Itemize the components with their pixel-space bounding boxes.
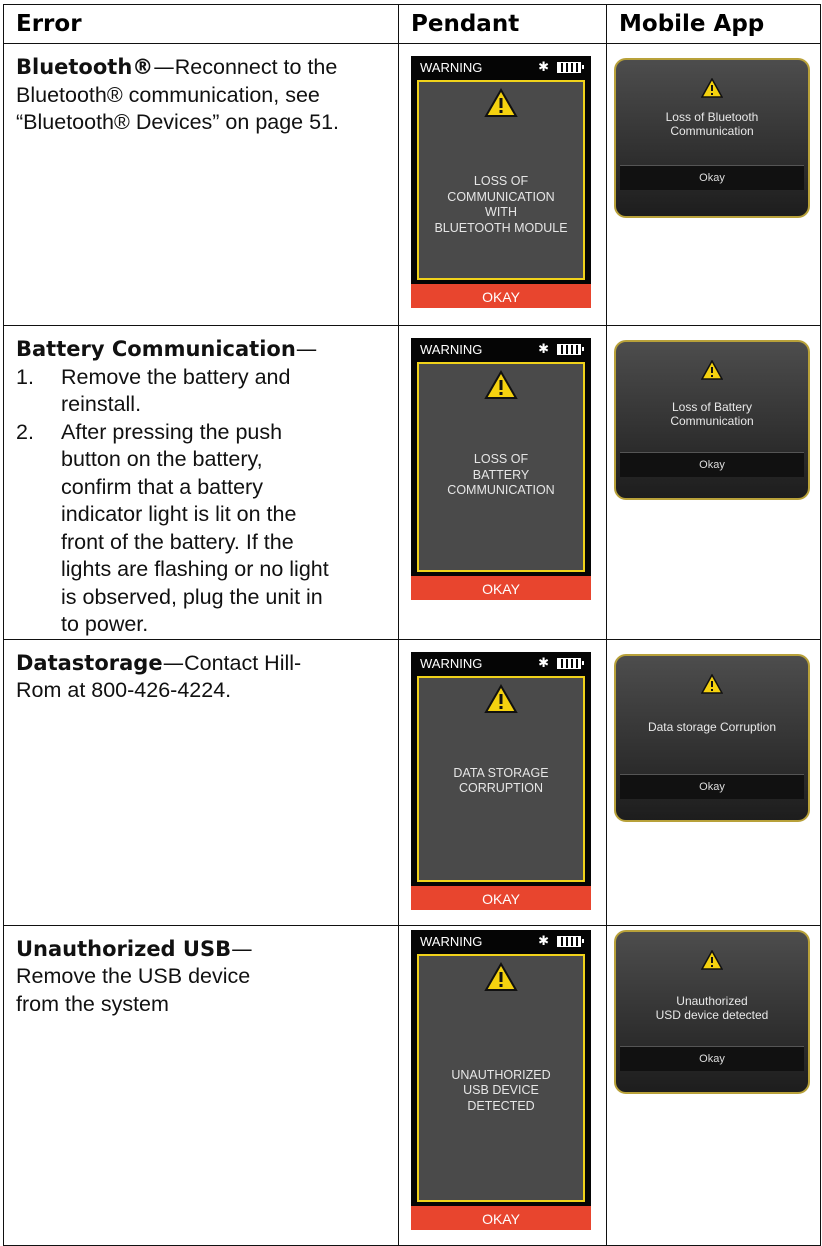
okay-button[interactable]: OKAY <box>411 284 591 308</box>
error-description: Unauthorized USB— Remove the USB device … <box>3 924 399 1246</box>
error-text: Contact Hill- <box>184 650 302 675</box>
error-title: Unauthorized USB <box>16 936 232 961</box>
app-cell: Loss of Bluetooth Communication Okay <box>606 43 821 326</box>
okay-button[interactable]: Okay <box>620 773 804 799</box>
app-message: Loss of Bluetooth Communication <box>665 110 759 138</box>
pendant-status-bar: WARNING ✱ <box>411 56 591 80</box>
warning-icon <box>484 370 518 399</box>
app-cell: Loss of Battery Communication Okay <box>606 325 821 640</box>
pendant-message: UNAUTHORIZED USB DEVICE DETECTED <box>451 1067 551 1113</box>
pendant-message: LOSS OF BATTERY COMMUNICATION <box>447 452 555 497</box>
okay-button[interactable]: Okay <box>620 165 804 190</box>
okay-button[interactable]: OKAY <box>411 885 591 910</box>
app-cell: Data storage Corruption Okay <box>606 638 821 926</box>
warning-icon <box>701 78 723 98</box>
warning-label: WARNING <box>420 933 483 949</box>
okay-button[interactable]: Okay <box>620 452 804 477</box>
warning-icon <box>484 961 518 991</box>
pendant-cell: WARNING ✱ LOSS OF COMMUNICATION WITH BLUET… <box>398 43 607 326</box>
okay-button[interactable]: OKAY <box>411 576 591 600</box>
header-error: Error <box>3 4 399 44</box>
warning-icon <box>701 673 723 694</box>
okay-button[interactable]: Okay <box>620 1045 804 1071</box>
bluetooth-icon: ✱ <box>538 655 549 671</box>
pendant-status-bar: WARNING ✱ <box>411 338 591 362</box>
error-description: Bluetooth®—Reconnect to the Bluetooth® c… <box>3 43 399 326</box>
pendant-message-panel: LOSS OF BATTERY COMMUNICATION <box>417 362 585 572</box>
app-alert: Data storage Corruption Okay <box>614 653 810 822</box>
bluetooth-icon: ✱ <box>538 933 549 949</box>
pendant-message: DATA STORAGE CORRUPTION <box>453 765 549 796</box>
battery-icon <box>557 657 584 669</box>
header-mobile-app: Mobile App <box>606 4 821 44</box>
warning-icon <box>484 683 518 713</box>
battery-icon <box>557 935 584 947</box>
pendant-status-bar: WARNING ✱ <box>411 930 591 954</box>
error-description: Datastorage—Contact Hill- Rom at 800-426… <box>3 638 399 926</box>
warning-label: WARNING <box>420 60 483 75</box>
pendant-cell: WARNING ✱ DATA STORAGE CORRUPTION OKAY <box>398 638 607 926</box>
table-row: Battery Communication— 1. Remove the bat… <box>3 325 821 640</box>
pendant-message-panel: LOSS OF COMMUNICATION WITH BLUETOOTH MODUL… <box>417 80 585 280</box>
okay-button[interactable]: OKAY <box>411 1205 591 1230</box>
step-item: 2. After pressing the push button on the … <box>16 419 329 637</box>
pendant-screen: WARNING ✱ LOSS OF COMMUNICATION WITH BLUET… <box>411 56 591 308</box>
error-title: Battery Communication <box>16 337 296 361</box>
app-alert: Loss of Bluetooth Communication Okay <box>614 58 810 218</box>
app-message: Unauthorized USD device detected <box>655 993 769 1022</box>
pendant-screen: WARNING ✱ LOSS OF BATTERY COMMUNICATION O… <box>411 338 591 600</box>
pendant-cell: WARNING ✱ UNAUTHORIZED USB DEVICE DETECTE… <box>398 924 607 1246</box>
pendant-message: LOSS OF COMMUNICATION WITH BLUETOOTH MODUL… <box>434 174 568 235</box>
header-pendant: Pendant <box>398 4 607 44</box>
error-title: Bluetooth® <box>16 55 154 79</box>
pendant-screen: WARNING ✱ DATA STORAGE CORRUPTION OKAY <box>411 651 591 910</box>
error-text: Remove the USB device <box>16 964 251 988</box>
pendant-status-bar: WARNING ✱ <box>411 652 591 676</box>
battery-icon <box>557 62 584 73</box>
pendant-message-panel: UNAUTHORIZED USB DEVICE DETECTED <box>417 953 585 1202</box>
pendant-cell: WARNING ✱ LOSS OF BATTERY COMMUNICATION O… <box>398 325 607 640</box>
app-alert: Loss of Battery Communication Okay <box>614 340 810 500</box>
app-alert: Unauthorized USD device detected Okay <box>614 929 810 1094</box>
bluetooth-icon: ✱ <box>538 60 549 75</box>
battery-icon <box>557 344 584 355</box>
warning-icon <box>701 949 723 970</box>
pendant-screen: WARNING ✱ UNAUTHORIZED USB DEVICE DETECTE… <box>411 929 591 1230</box>
app-message: Loss of Battery Communication <box>670 400 754 428</box>
error-title: Datastorage <box>16 650 163 675</box>
app-cell: Unauthorized USD device detected Okay <box>606 924 821 1246</box>
table-row: Bluetooth®—Reconnect to the Bluetooth® c… <box>3 43 821 326</box>
error-text: from the system <box>16 991 169 1016</box>
warning-icon <box>701 360 723 380</box>
table-row: Datastorage—Contact Hill- Rom at 800-426… <box>3 638 821 926</box>
app-message: Data storage Corruption <box>647 719 777 734</box>
warning-label: WARNING <box>420 655 483 671</box>
pendant-message-panel: DATA STORAGE CORRUPTION <box>417 675 585 882</box>
steps-list: 1. Remove the battery and reinstall. 2. A… <box>16 364 388 639</box>
error-description: Battery Communication— 1. Remove the bat… <box>3 325 399 640</box>
error-table: Error Pendant Mobile App Bluetooth®—Reco… <box>3 4 821 1246</box>
bluetooth-icon: ✱ <box>538 342 549 357</box>
error-text: Rom at 800-426-4224. <box>16 678 232 702</box>
error-text: Reconnect to the <box>174 55 338 79</box>
error-text: Bluetooth® communication, see <box>16 82 320 107</box>
warning-label: WARNING <box>420 342 483 357</box>
table-header-row: Error Pendant Mobile App <box>3 4 821 44</box>
table-row: Unauthorized USB— Remove the USB device … <box>3 924 821 1246</box>
error-text: “Bluetooth® Devices” on page 51. <box>16 110 340 134</box>
warning-icon <box>484 88 518 117</box>
step-item: 1. Remove the battery and reinstall. <box>16 364 291 417</box>
